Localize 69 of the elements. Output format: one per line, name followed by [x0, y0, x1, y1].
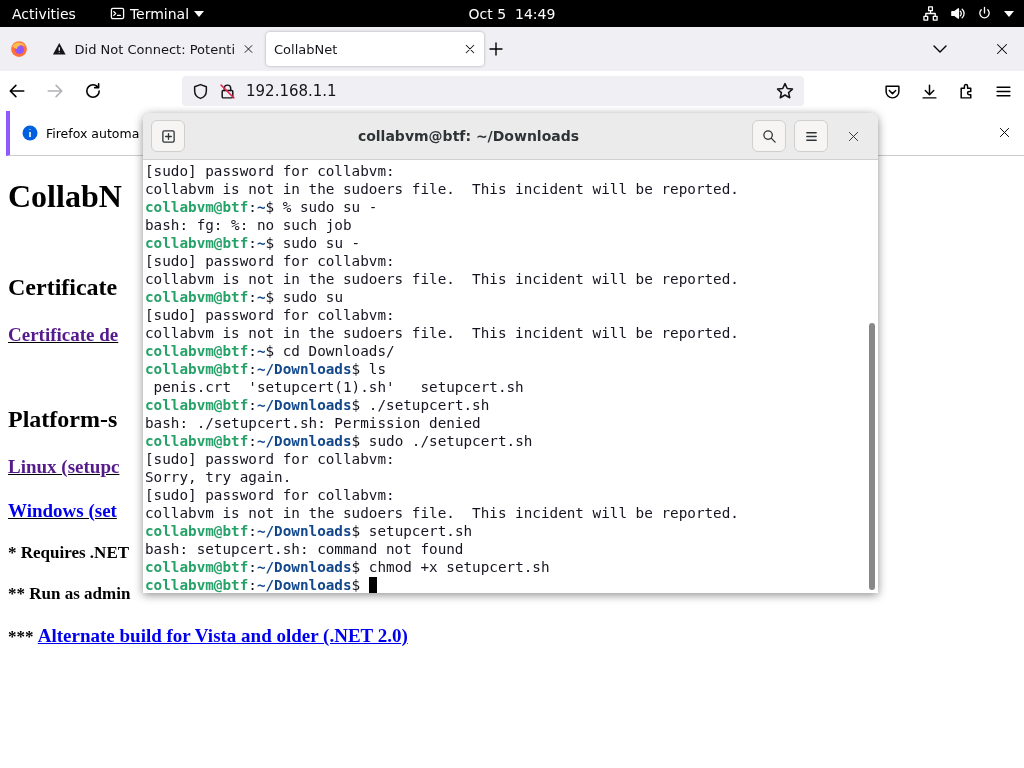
download-link[interactable]: Windows (set [8, 500, 117, 521]
note-marker: *** [8, 627, 34, 646]
new-tab-button[interactable] [151, 120, 185, 152]
close-icon[interactable] [464, 43, 476, 55]
download-link[interactable]: Certificate de [8, 324, 119, 345]
scrollbar[interactable] [869, 323, 875, 590]
info-icon [22, 125, 38, 141]
close-icon [847, 130, 859, 142]
shield-icon [192, 82, 209, 100]
activities-button[interactable]: Activities [12, 5, 76, 22]
volume-icon[interactable] [950, 6, 965, 21]
window-title: collabvm@btf: ~/Downloads [356, 128, 581, 144]
prompt-line: collabvm@btf:~/Downloads$ ./setupcert.sh [145, 396, 491, 414]
search-button[interactable] [752, 120, 786, 152]
browser-logo-icon[interactable] [10, 40, 28, 58]
output-line: collabvm is not in the sudoers file. This incident will be reported. [145, 504, 740, 522]
notification-text: Firefox automa [46, 125, 140, 141]
pocket-icon[interactable] [884, 82, 901, 100]
prompt-line: collabvm@btf:~$ cd Downloads/ [145, 342, 396, 360]
terminal-icon[interactable] [109, 6, 125, 21]
prompt-line: collabvm@btf:~/Downloads$ [145, 576, 867, 593]
output-line: [sudo] password for collabvm: [145, 450, 396, 468]
browser-tab[interactable]: CollabNet [266, 32, 484, 66]
prompt-line: collabvm@btf:~/Downloads$ sudo ./setupcert.sh [145, 432, 534, 450]
note-text: * Requires .NET [8, 543, 130, 562]
download-icon[interactable] [921, 82, 938, 100]
prompt-line: collabvm@btf:~/Downloads$ setupcert.sh [145, 522, 474, 540]
output-line: [sudo] password for collabvm: [145, 252, 396, 270]
reload-icon[interactable] [84, 82, 102, 100]
clock[interactable]: Oct 5 14:49 [468, 5, 556, 22]
new-tab-icon [160, 128, 176, 144]
output-line: [sudo] password for collabvm: [145, 486, 396, 504]
caret-icon[interactable] [1004, 10, 1014, 17]
output-line: collabvm is not in the sudoers file. This incident will be reported. [145, 270, 740, 288]
download-link[interactable]: Alternate build for Vista and older (.NET 2.0) [37, 625, 408, 646]
caret-icon [194, 10, 205, 17]
menu-button[interactable] [794, 120, 828, 152]
back-icon[interactable] [8, 82, 26, 100]
prompt-line: collabvm@btf:~$ % sudo su - [145, 198, 379, 216]
output-line: collabvm is not in the sudoers file. This incident will be reported. [145, 180, 740, 198]
network-icon[interactable] [923, 6, 938, 21]
section-heading: Certificate [8, 274, 118, 300]
prompt-line: collabvm@btf:~$ sudo su [145, 288, 344, 306]
prompt-line: collabvm@btf:~/Downloads$ ls [145, 360, 388, 378]
power-icon[interactable] [977, 6, 992, 21]
prompt-line: collabvm@btf:~$ sudo su - [145, 234, 362, 252]
output-line: collabvm is not in the sudoers file. This incident will be reported. [145, 324, 740, 342]
output-line: bash: ./setupcert.sh: Permission denied [145, 414, 482, 432]
new-tab-icon[interactable] [488, 41, 504, 57]
close-icon[interactable] [999, 126, 1010, 138]
warning-icon [52, 41, 67, 57]
note-text: ** Run as admin [8, 584, 131, 603]
output-line: [sudo] password for collabvm: [145, 306, 396, 324]
output-line: bash: fg: %: no such job [145, 216, 353, 234]
browser-tab[interactable]: Did Not Connect: Potenti [44, 32, 262, 66]
page-heading: CollabN [8, 178, 122, 214]
section-heading: Platform-s [8, 406, 118, 432]
app-menu[interactable]: Terminal [129, 5, 190, 22]
download-link[interactable]: Linux (setupc [8, 456, 120, 477]
insecure-lock-icon [219, 82, 236, 100]
output-line: Sorry, try again. [145, 468, 293, 486]
address-bar[interactable]: 192.168.1.1 [182, 76, 804, 106]
search-icon [761, 128, 777, 144]
close-icon[interactable] [996, 43, 1008, 55]
output-line: penis.crt 'setupcert(1).sh' setupcert.sh [152, 378, 525, 396]
prompt-line: collabvm@btf:~/Downloads$ chmod +x setupcert.sh [145, 558, 551, 576]
output-line: [sudo] password for collabvm: [145, 162, 396, 180]
star-icon[interactable] [776, 82, 794, 100]
output-line: bash: setupcert.sh: command not found [145, 540, 465, 558]
